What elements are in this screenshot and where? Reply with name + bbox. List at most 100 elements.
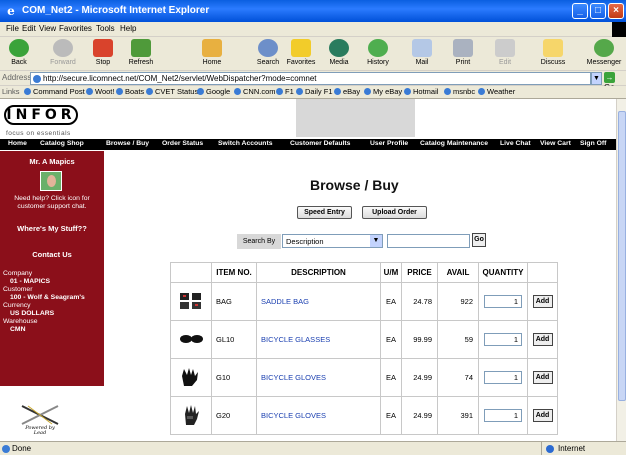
wheres-my-stuff-link[interactable]: Where's My Stuff?? (0, 224, 104, 233)
add-button[interactable]: Add (532, 371, 553, 384)
support-chat-avatar[interactable] (40, 171, 62, 191)
media-button[interactable]: Media (327, 39, 351, 66)
menu-help[interactable]: Help (120, 24, 136, 33)
scrollbar-thumb[interactable] (618, 111, 626, 401)
saddle-bag-icon[interactable] (178, 290, 204, 312)
mail-button[interactable]: Mail (410, 39, 434, 66)
print-button[interactable]: Print (451, 39, 475, 66)
menu-file[interactable]: File (6, 24, 19, 33)
nav-switch-accounts[interactable]: Switch Accounts (218, 140, 273, 147)
nav-user-profile[interactable]: User Profile (370, 140, 408, 147)
menu-tools[interactable]: Tools (96, 24, 115, 33)
nav-view-cart[interactable]: View Cart (540, 140, 571, 147)
star-icon (291, 39, 311, 57)
address-input[interactable]: http://secure.licomnect.net/COM_Net2/ser… (30, 72, 591, 85)
quantity-input[interactable]: 1 (484, 295, 522, 308)
nav-live-chat[interactable]: Live Chat (500, 140, 531, 147)
quantity-input[interactable]: 1 (484, 371, 522, 384)
link-hotmail[interactable]: Hotmail (404, 87, 438, 96)
refresh-button[interactable]: Refresh (126, 39, 156, 66)
go-button[interactable]: → Go (604, 72, 626, 92)
table-header-row: ITEM NO. DESCRIPTION U/M PRICE AVAIL QUA… (170, 262, 558, 283)
link-command-post[interactable]: Command Post (24, 87, 85, 96)
item-um: EA (380, 282, 402, 321)
forward-arrow-icon (53, 39, 73, 57)
glasses-icon[interactable] (178, 328, 204, 350)
forward-button[interactable]: Forward (48, 39, 78, 66)
search-go-button[interactable]: Go (472, 233, 486, 247)
item-um: EA (380, 396, 402, 435)
quantity-input[interactable]: 1 (484, 333, 522, 346)
maximize-button[interactable]: □ (590, 3, 606, 19)
discuss-button[interactable]: Discuss (535, 39, 571, 66)
item-description-link[interactable]: BICYCLE GLOVES (256, 396, 381, 435)
item-description-link[interactable]: BICYCLE GLOVES (256, 358, 381, 397)
links-bar: Links Command Post Woot! Boats CVET Stat… (0, 86, 626, 99)
quantity-input[interactable]: 1 (484, 409, 522, 422)
nav-home[interactable]: Home (8, 140, 27, 147)
nav-catalog-shop[interactable]: Catalog Shop (40, 140, 84, 147)
add-button[interactable]: Add (532, 295, 553, 308)
warehouse-label: Warehouse (3, 318, 38, 325)
upload-order-button[interactable]: Upload Order (362, 206, 427, 219)
tagline: focus on essentials (6, 130, 71, 137)
add-button[interactable]: Add (532, 409, 553, 422)
link-woot[interactable]: Woot! (86, 87, 114, 96)
add-button[interactable]: Add (532, 333, 553, 346)
contact-us-link[interactable]: Contact Us (0, 250, 104, 259)
search-icon (258, 39, 278, 57)
item-description-link[interactable]: BICYCLE GLASSES (256, 320, 381, 359)
link-boats[interactable]: Boats (116, 87, 144, 96)
status-text: Done (12, 444, 32, 453)
menu-favorites[interactable]: Favorites (59, 24, 92, 33)
menu-view[interactable]: View (39, 24, 56, 33)
link-ebay[interactable]: eBay (334, 87, 360, 96)
item-description-link[interactable]: SADDLE BAG (256, 282, 381, 321)
nav-order-status[interactable]: Order Status (162, 140, 203, 147)
search-by-select[interactable]: Description ▼ (282, 234, 383, 248)
stop-button[interactable]: Stop (92, 39, 114, 66)
link-daily-f1[interactable]: Daily F1 (296, 87, 333, 96)
gloves-icon[interactable] (178, 404, 204, 426)
nav-catalog-maintenance[interactable]: Catalog Maintenance (420, 140, 488, 147)
messenger-button[interactable]: Messenger (584, 39, 624, 66)
link-google[interactable]: Google (197, 87, 230, 96)
links-label: Links (2, 87, 20, 96)
history-icon (368, 39, 388, 57)
history-button[interactable]: History (364, 39, 392, 66)
company-label: Company (3, 270, 33, 277)
page-content: INFOR focus on essentials Home Catalog S… (0, 99, 616, 441)
nav-customer-defaults[interactable]: Customer Defaults (290, 140, 350, 147)
address-dropdown-icon[interactable]: ▼ (591, 72, 602, 85)
home-button[interactable]: Home (200, 39, 224, 66)
gloves-icon[interactable] (178, 366, 204, 388)
messenger-icon (594, 39, 614, 57)
nav-sign-off[interactable]: Sign Off (580, 140, 606, 147)
link-f1[interactable]: F1 (276, 87, 294, 96)
nav-browse-buy[interactable]: Browse / Buy (106, 140, 149, 147)
item-avail: 74 (437, 358, 479, 397)
link-my-ebay[interactable]: My eBay (364, 87, 402, 96)
back-button[interactable]: Back (6, 39, 32, 66)
address-bar: Address http://secure.licomnect.net/COM_… (0, 71, 626, 92)
vertical-scrollbar[interactable] (616, 99, 626, 441)
chevron-down-icon: ▼ (370, 235, 382, 247)
link-cvet-status[interactable]: CVET Status (146, 87, 198, 96)
favorites-button[interactable]: Favorites (283, 39, 319, 66)
edit-button[interactable]: Edit (494, 39, 516, 66)
menu-edit[interactable]: Edit (22, 24, 36, 33)
speed-entry-button[interactable]: Speed Entry (297, 206, 352, 219)
page-done-icon (2, 445, 10, 453)
search-input[interactable] (387, 234, 470, 248)
link-msnbc[interactable]: msnbc (444, 87, 475, 96)
minimize-button[interactable]: _ (572, 3, 588, 19)
customer-label: Customer (3, 286, 33, 293)
search-button[interactable]: Search (254, 39, 282, 66)
discuss-icon (543, 39, 563, 57)
main-nav: Home Catalog Shop Browse / Buy Order Sta… (0, 139, 616, 150)
close-button[interactable]: × (608, 3, 624, 19)
infor-logo: INFOR (4, 105, 78, 125)
header-add (527, 262, 558, 283)
link-weather[interactable]: Weather (478, 87, 515, 96)
link-cnn[interactable]: CNN.com (234, 87, 276, 96)
